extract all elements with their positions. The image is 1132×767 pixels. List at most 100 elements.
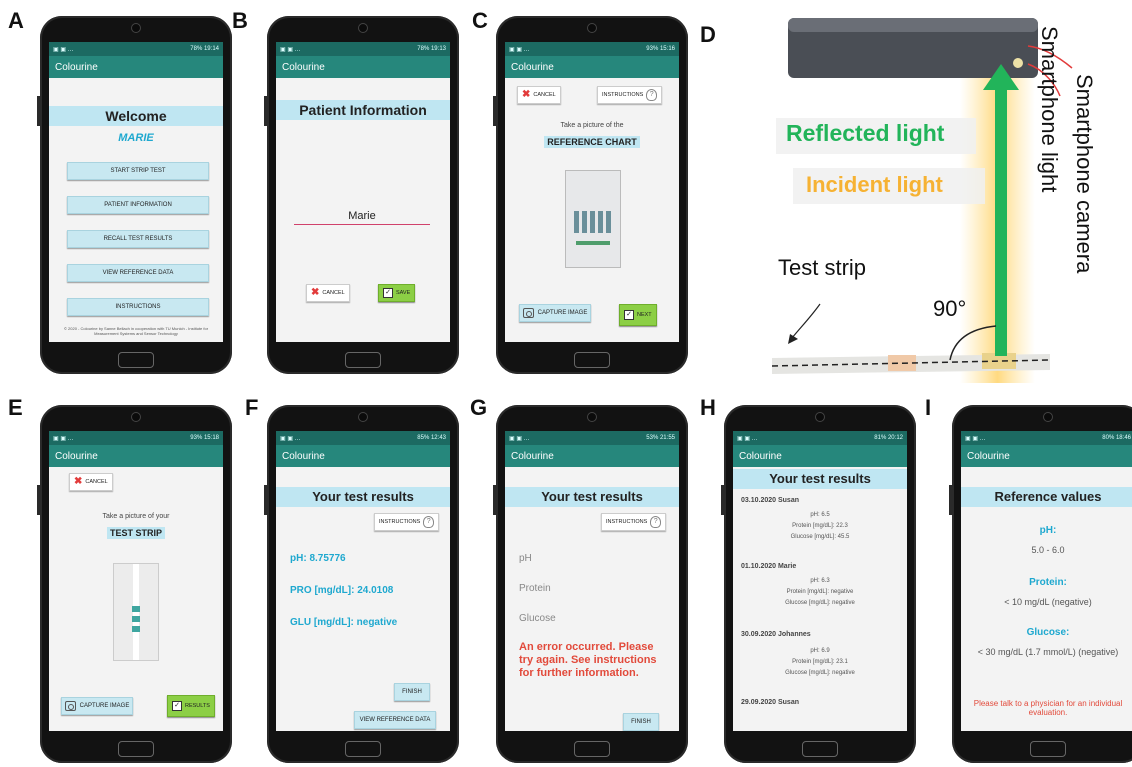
screen-welcome: ▣ ▣ … 78% 19:14 Colourine Welcome MARIE S… xyxy=(49,42,223,342)
instructions-button[interactable]: INSTRUCTIONS? xyxy=(374,513,440,531)
patient-name-input[interactable]: Marie xyxy=(294,210,430,225)
app-title: Colourine xyxy=(733,445,907,467)
phone-i: ▣ ▣ … 80% 18:46 Colourine Reference value… xyxy=(949,405,1132,763)
status-bar: ▣ ▣ … 93% 15:16 xyxy=(505,42,679,56)
help-icon: ? xyxy=(423,516,435,528)
status-bar: ▣ ▣ … 81% 20:12 xyxy=(733,431,907,445)
screen-test-strip: ▣ ▣ … 93% 15:18 Colourine ✖ CANCEL Take a … xyxy=(49,431,223,731)
home-button[interactable] xyxy=(574,741,610,757)
phone-b: ▣ ▣ … 78% 19:13 Colourine Patient Informa… xyxy=(264,16,459,374)
page-title: Your test results xyxy=(276,487,450,507)
ph-reference-label: pH: xyxy=(1039,525,1057,536)
close-icon: ✖ xyxy=(74,476,83,487)
panel-label-f: F xyxy=(245,395,259,420)
start-strip-test-button[interactable]: START STRIP TEST xyxy=(67,162,209,180)
protein-reference-value: < 10 mg/dL (negative) xyxy=(1004,597,1092,607)
instructions-button[interactable]: INSTRUCTIONS? xyxy=(601,513,667,531)
app-title: Colourine xyxy=(276,445,450,467)
help-icon: ? xyxy=(646,89,658,101)
test-strip-label: Test strip xyxy=(778,255,867,280)
recall-test-results-button[interactable]: RECALL TEST RESULTS xyxy=(67,230,209,248)
instructions-button[interactable]: INSTRUCTIONS? xyxy=(597,86,663,104)
glucose-label: Glucose xyxy=(519,613,556,624)
panel-label-h: H xyxy=(700,395,716,420)
home-button[interactable] xyxy=(118,741,154,757)
check-icon: ✓ xyxy=(172,701,182,711)
front-camera-icon xyxy=(131,412,141,422)
panel-label-c: C xyxy=(472,8,488,33)
entry-protein: Protein [mg/dL]: 23.1 xyxy=(792,659,848,665)
close-icon: ✖ xyxy=(311,287,320,298)
smartphone-camera-label: Smartphone camera xyxy=(1072,74,1097,274)
finish-button[interactable]: FINISH xyxy=(623,713,659,731)
screen-test-results: ▣ ▣ … 85% 12:43 Colourine Your test resul… xyxy=(276,431,450,731)
status-bar: ▣ ▣ … 53% 21:55 xyxy=(505,431,679,445)
app-title: Colourine xyxy=(505,445,679,467)
view-reference-data-button[interactable]: VIEW REFERENCE DATA xyxy=(67,264,209,282)
entry-date: 01.10.2020 Marie xyxy=(741,563,797,570)
save-button[interactable]: ✓ SAVE xyxy=(378,284,416,302)
status-bar: ▣ ▣ … 78% 19:13 xyxy=(276,42,450,56)
finish-button[interactable]: FINISH xyxy=(394,683,430,701)
phone-g: ▣ ▣ … 53% 21:55 Colourine Your test resul… xyxy=(493,405,688,763)
front-camera-icon xyxy=(131,23,141,33)
panel-label-b: B xyxy=(232,8,248,33)
home-button[interactable] xyxy=(345,352,381,368)
ph-reference-value: 5.0 - 6.0 xyxy=(1031,545,1065,555)
cancel-button[interactable]: ✖ CANCEL xyxy=(69,473,113,491)
view-reference-data-button[interactable]: VIEW REFERENCE DATA xyxy=(354,711,436,729)
glucose-reference-value: < 30 mg/dL (1.7 mmol/L) (negative) xyxy=(977,647,1119,657)
front-camera-icon xyxy=(358,412,368,422)
entry-protein: Protein [mg/dL]: 22.3 xyxy=(792,523,848,529)
page-title: Welcome xyxy=(49,106,223,126)
screen-patient-information: ▣ ▣ … 78% 19:13 Colourine Patient Informa… xyxy=(276,42,450,342)
glucose-result: GLU [mg/dL]: negative xyxy=(290,617,398,628)
reflected-light-label: Reflected light xyxy=(786,120,945,146)
status-bar: ▣ ▣ … 85% 12:43 xyxy=(276,431,450,445)
phone-f: ▣ ▣ … 85% 12:43 Colourine Your test resul… xyxy=(264,405,459,763)
entry-date: 30.09.2020 Johannes xyxy=(741,631,811,638)
reflected-light-arrow xyxy=(995,88,1007,356)
footer-copyright: © 2020 - Colourine by Sanne Bellach in c… xyxy=(63,326,209,336)
panel-label-a: A xyxy=(8,8,24,33)
check-icon: ✓ xyxy=(383,288,393,298)
capture-image-button[interactable]: CAPTURE IMAGE xyxy=(519,304,591,322)
results-button[interactable]: ✓ RESULTS xyxy=(167,695,215,717)
panel-label-g: G xyxy=(470,395,488,420)
capture-image-button[interactable]: CAPTURE IMAGE xyxy=(61,697,133,715)
entry-ph: pH: 6.3 xyxy=(810,578,830,584)
instructions-button[interactable]: INSTRUCTIONS xyxy=(67,298,209,316)
entry-glucose: Glucose [mg/dL]: 45.5 xyxy=(790,534,850,540)
camera-icon xyxy=(64,701,76,711)
patient-information-button[interactable]: PATIENT INFORMATION xyxy=(67,196,209,214)
error-message: An error occurred. Please try again. See… xyxy=(519,641,657,679)
app-title: Colourine xyxy=(505,56,679,78)
glucose-reference-label: Glucose: xyxy=(1026,627,1070,638)
home-button[interactable] xyxy=(118,352,154,368)
capture-subject: TEST STRIP xyxy=(106,527,165,539)
cancel-button[interactable]: ✖ CANCEL xyxy=(517,86,561,104)
app-title: Colourine xyxy=(961,445,1132,467)
home-button[interactable] xyxy=(1030,741,1066,757)
test-strip-image xyxy=(113,563,159,661)
help-icon: ? xyxy=(650,516,662,528)
home-button[interactable] xyxy=(802,741,838,757)
screen-history: ▣ ▣ … 81% 20:12 Colourine Your test resul… xyxy=(733,431,907,731)
incident-light-label: Incident light xyxy=(806,172,943,197)
screen-reference-chart: ▣ ▣ … 93% 15:16 Colourine ✖ CANCEL INSTRUC… xyxy=(505,42,679,342)
next-button[interactable]: ✓ NEXT xyxy=(619,304,657,326)
close-icon: ✖ xyxy=(522,89,531,100)
front-camera-icon xyxy=(815,412,825,422)
phone-c: ▣ ▣ … 93% 15:16 Colourine ✖ CANCEL INSTRUC… xyxy=(493,16,688,374)
status-bar: ▣ ▣ … 93% 15:18 xyxy=(49,431,223,445)
front-camera-icon xyxy=(587,412,597,422)
capture-prompt: Take a picture of the xyxy=(560,122,624,129)
entry-glucose: Glucose [mg/dL]: negative xyxy=(785,600,855,606)
cancel-button[interactable]: ✖ CANCEL xyxy=(306,284,350,302)
home-button[interactable] xyxy=(574,352,610,368)
home-button[interactable] xyxy=(345,741,381,757)
page-title: Patient Information xyxy=(276,100,450,120)
page-title: Your test results xyxy=(733,469,907,489)
app-title: Colourine xyxy=(49,56,223,78)
front-camera-icon xyxy=(587,23,597,33)
